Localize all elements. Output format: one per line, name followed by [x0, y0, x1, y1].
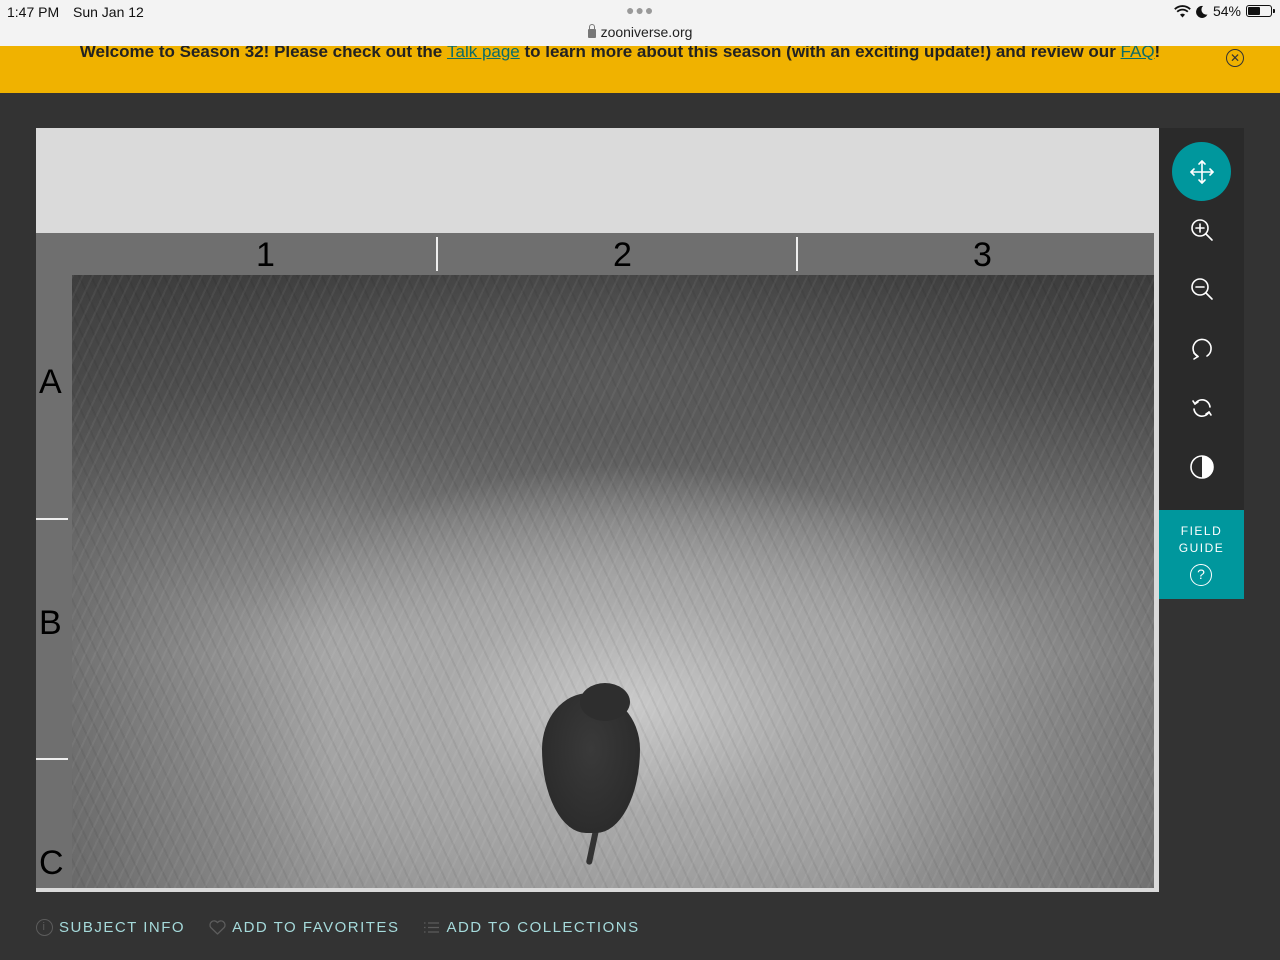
grid-column-label: 2 — [613, 236, 632, 274]
faq-link[interactable]: FAQ — [1121, 46, 1155, 61]
grid-column-header: 1 2 3 — [72, 233, 1154, 275]
subject-meta-bar: i SUBJECT INFO ADD TO FAVORITES ADD TO C… — [36, 916, 664, 938]
grid-divider — [36, 518, 68, 520]
grid-row-label: C — [39, 844, 64, 882]
add-to-favorites-button[interactable]: ADD TO FAVORITES — [209, 919, 399, 936]
field-guide-button[interactable]: FIELD GUIDE ? — [1159, 510, 1244, 599]
grid-row-label: B — [39, 604, 62, 642]
info-icon: i — [36, 918, 53, 936]
grid-column-label: 1 — [256, 236, 275, 274]
wifi-icon — [1174, 4, 1191, 17]
status-indicators: 54% — [1174, 3, 1275, 19]
grid-divider — [36, 758, 68, 760]
list-icon — [424, 921, 440, 933]
heart-icon — [209, 919, 226, 935]
status-time: 1:47 PM — [7, 4, 60, 20]
status-date: Sun Jan 12 — [73, 4, 144, 20]
url-text: zooniverse.org — [600, 24, 693, 40]
question-circle-icon: ? — [1190, 564, 1212, 586]
animal-head — [580, 683, 630, 721]
contrast-icon — [1189, 454, 1214, 479]
subject-info-button[interactable]: i SUBJECT INFO — [36, 918, 186, 936]
grid-column-label: 3 — [973, 236, 992, 274]
banner-text-part: Welcome to Season 32! Please check out t… — [79, 46, 447, 61]
battery-icon — [1246, 5, 1275, 17]
zoom-out-icon — [1190, 277, 1213, 300]
talk-page-link[interactable]: Talk page — [447, 46, 520, 61]
rotate-icon — [1191, 338, 1212, 360]
zoom-in-button[interactable] — [1172, 200, 1231, 259]
grid-divider — [796, 237, 798, 271]
grid-divider — [436, 237, 438, 271]
add-to-collections-label: ADD TO COLLECTIONS — [446, 918, 640, 936]
subject-viewer[interactable]: 1 2 3 A B C — [36, 128, 1159, 892]
subject-info-label: SUBJECT INFO — [59, 918, 186, 936]
reset-button[interactable] — [1172, 378, 1231, 437]
banner-text-part: ! — [1154, 46, 1161, 61]
announcement-banner: Welcome to Season 32! Please check out t… — [0, 46, 1280, 93]
reset-icon — [1191, 398, 1212, 417]
ios-status-bar: 1:47 PM Sun Jan 12 ●●● zooniverse.org 54… — [0, 0, 1280, 46]
grid-row-header: A B C — [36, 275, 72, 888]
move-tool-button[interactable] — [1172, 142, 1231, 201]
moon-icon — [1196, 5, 1208, 18]
rotate-button[interactable] — [1172, 318, 1231, 377]
zoom-in-icon — [1190, 218, 1213, 241]
banner-message: Welcome to Season 32! Please check out t… — [40, 46, 1200, 69]
zoom-out-button[interactable] — [1172, 259, 1231, 318]
field-guide-label: FIELD GUIDE — [1178, 524, 1225, 555]
banner-text-part: to learn more about this season (with an… — [519, 46, 1121, 61]
subject-image[interactable]: 1 2 3 A B C — [36, 233, 1154, 888]
close-banner-icon[interactable]: ✕ — [1226, 49, 1244, 67]
battery-level — [1248, 7, 1260, 15]
more-dots-icon[interactable]: ●●● — [626, 3, 654, 17]
move-arrows-icon — [1189, 159, 1214, 184]
grid-row-label: A — [39, 363, 62, 401]
battery-percent: 54% — [1212, 3, 1241, 19]
image-toolbar — [1159, 128, 1244, 510]
lock-icon — [587, 24, 596, 38]
camera-trap-photo — [72, 275, 1154, 888]
address-bar[interactable]: zooniverse.org — [0, 24, 1280, 40]
add-to-favorites-label: ADD TO FAVORITES — [232, 918, 400, 936]
invert-button[interactable] — [1172, 437, 1231, 496]
add-to-collections-button[interactable]: ADD TO COLLECTIONS — [423, 919, 639, 936]
